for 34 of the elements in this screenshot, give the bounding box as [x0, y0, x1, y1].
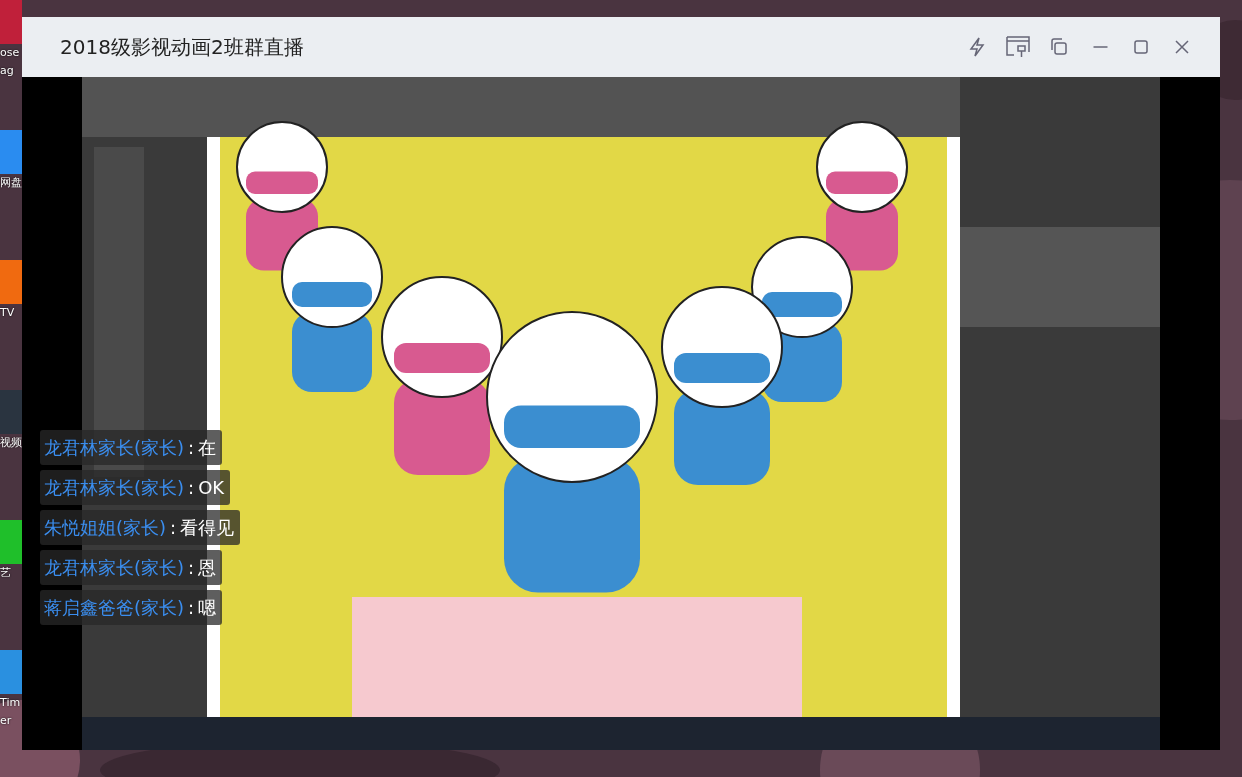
minimize-icon: [1092, 46, 1108, 48]
chat-user: 龙君林家长(家长): [44, 556, 185, 580]
app-icon[interactable]: [0, 130, 22, 174]
colon-text: :: [188, 476, 195, 500]
app-icon[interactable]: [0, 390, 22, 434]
icon-label: TV: [0, 305, 15, 321]
chat-user: 龙君林家长(家长): [44, 476, 185, 500]
app-icon[interactable]: [0, 0, 22, 44]
icon-label: 网盘: [0, 175, 22, 191]
chat-user: 龙君林家长(家长): [44, 436, 185, 460]
chat-text: 恩: [198, 556, 217, 580]
chat-text: 嗯: [198, 596, 217, 620]
chat-text: 看得见: [180, 516, 235, 540]
chat-text: 在: [198, 436, 217, 460]
icon-label: 视频: [0, 435, 22, 451]
copy-icon: [1048, 36, 1070, 58]
app-icon[interactable]: [0, 260, 22, 304]
icon-label: Tim: [0, 695, 21, 711]
app-icon[interactable]: [0, 650, 22, 694]
icon-label: er: [0, 713, 12, 729]
colon-text: :: [170, 516, 177, 540]
pin-window-icon: [1005, 34, 1031, 60]
maximize-icon: [1131, 37, 1151, 57]
chat-user: 朱悦姐姐(家长): [44, 516, 167, 540]
chat-user: 蒋启鑫爸爸(家长): [44, 596, 185, 620]
app-icon[interactable]: [0, 520, 22, 564]
colon-text: :: [188, 556, 195, 580]
icon-label: 艺: [0, 565, 11, 581]
colon-text: :: [188, 596, 195, 620]
icon-label: ose: [0, 45, 20, 61]
icon-label: ag: [0, 63, 14, 79]
window-title: 2018级影视动画2班群直播: [60, 33, 305, 61]
chat-text: OK: [198, 476, 225, 500]
colon-text: :: [188, 436, 195, 460]
